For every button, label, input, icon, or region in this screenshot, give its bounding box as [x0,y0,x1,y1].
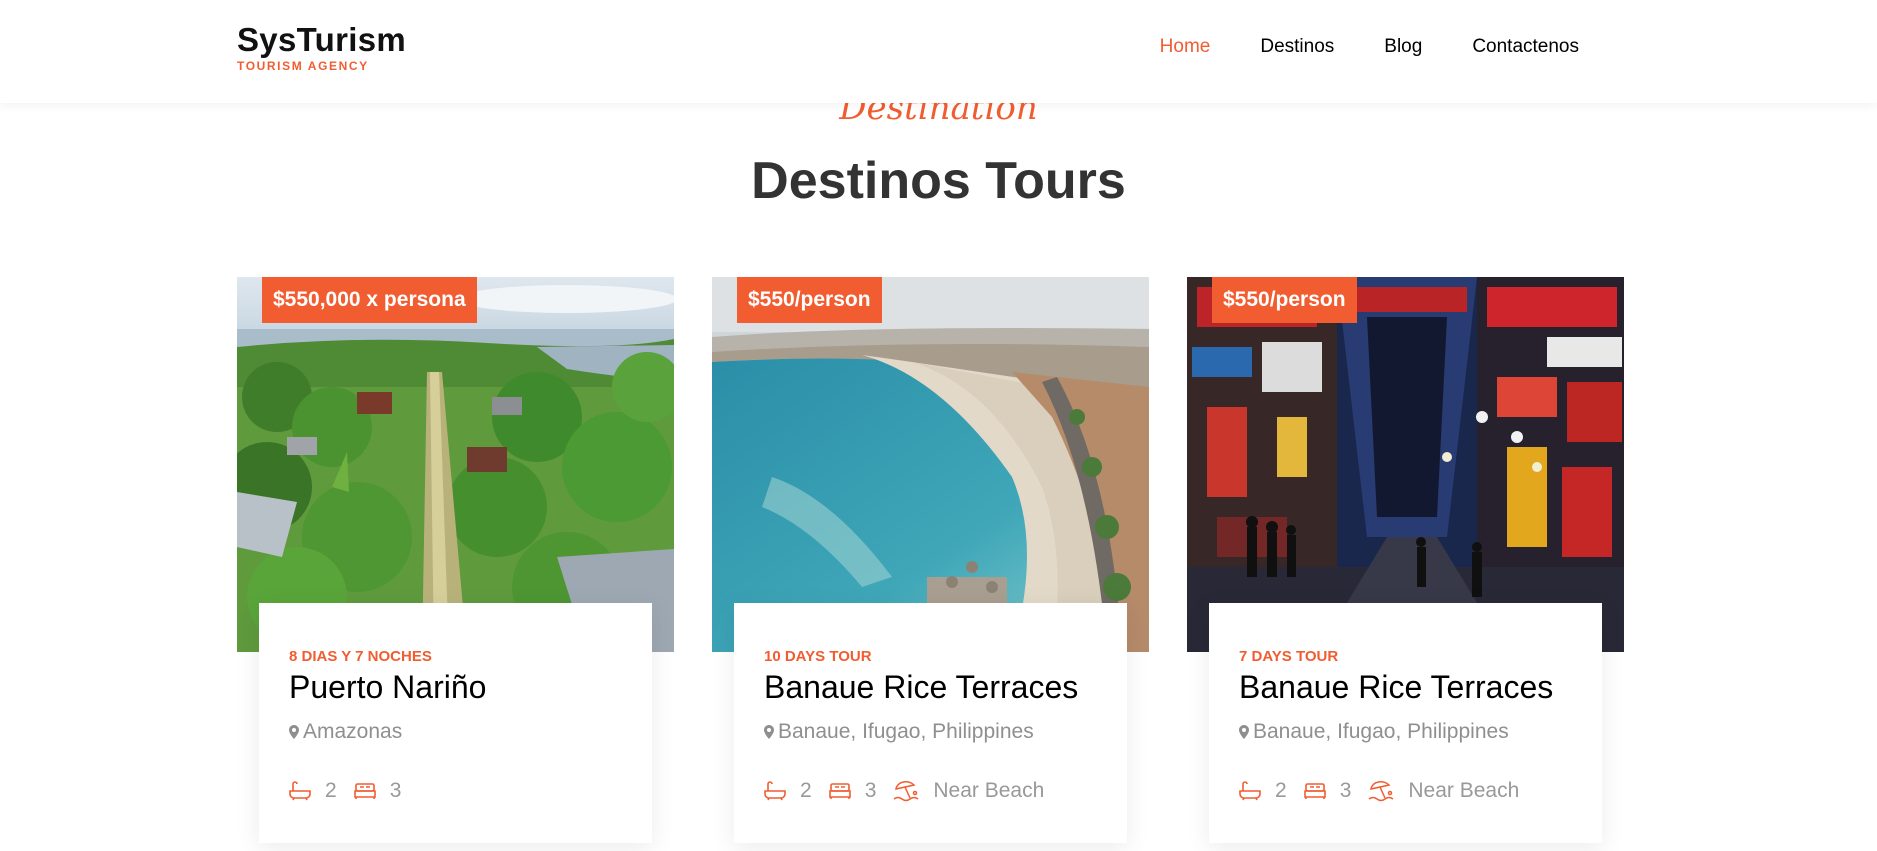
tour-card[interactable]: $550/person 7 DAYS TOUR Banaue Rice Terr… [1187,277,1624,851]
tour-info: 10 DAYS TOUR Banaue Rice Terraces Banaue… [734,603,1127,843]
tour-image[interactable]: $550/person [712,277,1149,652]
tour-amenities: 2 3 [289,779,418,803]
price-tag: $550/person [1212,277,1357,323]
amenity-baths: 2 [764,779,812,803]
beds-count: 3 [1339,779,1352,802]
nav-item-home[interactable]: Home [1160,36,1211,58]
beach-label: Near Beach [933,779,1045,802]
location-text: Banaue, Ifugao, Philippines [1253,720,1509,743]
beach-umbrella-icon [1368,781,1394,802]
map-pin-icon [289,725,299,740]
amenity-beds: 3 [828,779,877,803]
tour-location: Banaue, Ifugao, Philippines [764,720,1034,744]
bathtub-icon [1239,781,1261,801]
nav-item-contactenos[interactable]: Contactenos [1472,36,1579,58]
amenity-beach: Near Beach [1368,779,1519,803]
location-text: Banaue, Ifugao, Philippines [778,720,1034,743]
tour-amenities: 2 3 Near Beach [764,779,1061,803]
tour-title[interactable]: Puerto Nariño [289,669,486,706]
beach-label: Near Beach [1408,779,1520,802]
brand-tagline: TOURISM AGENCY [237,59,369,73]
brand-name: SysTurism [237,21,406,58]
map-pin-icon [1239,725,1249,740]
nav-item-destinos[interactable]: Destinos [1260,36,1334,58]
tour-duration: 8 DIAS Y 7 NOCHES [289,648,432,665]
map-pin-icon [764,725,774,740]
price-tag: $550/person [737,277,882,323]
beds-count: 3 [389,779,402,802]
tour-image[interactable]: $550/person [1187,277,1624,652]
tour-location: Banaue, Ifugao, Philippines [1239,720,1509,744]
tour-card[interactable]: $550,000 x persona 8 DIAS Y 7 NOCHES Pue… [237,277,674,851]
section-heading: Destinos Tours [751,152,1126,210]
location-text: Amazonas [303,720,403,743]
nav-item-blog[interactable]: Blog [1384,36,1422,58]
tour-info: 7 DAYS TOUR Banaue Rice Terraces Banaue,… [1209,603,1602,843]
amenity-baths: 2 [289,779,337,803]
tour-duration: 7 DAYS TOUR [1239,648,1339,665]
baths-count: 2 [800,779,812,802]
bathtub-icon [289,781,311,801]
amenity-baths: 2 [1239,779,1287,803]
price-tag: $550,000 x persona [262,277,477,323]
tour-title[interactable]: Banaue Rice Terraces [1239,669,1553,706]
tour-location: Amazonas [289,720,402,744]
bed-icon [828,783,851,799]
baths-count: 2 [1275,779,1287,802]
beach-umbrella-icon [893,781,919,802]
beds-count: 3 [864,779,877,802]
brand-logo[interactable]: SysTurism TOURISM AGENCY [237,21,406,74]
baths-count: 2 [325,779,337,802]
bathtub-icon [764,781,786,801]
amenity-beds: 3 [1303,779,1352,803]
tour-amenities: 2 3 Near Beach [1239,779,1536,803]
tour-title[interactable]: Banaue Rice Terraces [764,669,1078,706]
tour-card[interactable]: $550/person 10 DAYS TOUR Banaue Rice Ter… [712,277,1149,851]
tour-image[interactable]: $550,000 x persona [237,277,674,652]
tour-duration: 10 DAYS TOUR [764,648,872,665]
tour-info: 8 DIAS Y 7 NOCHES Puerto Nariño Amazonas… [259,603,652,843]
main-nav: Home Destinos Blog Contactenos [1160,36,1579,58]
amenity-beach: Near Beach [893,779,1044,803]
navbar: SysTurism TOURISM AGENCY Home Destinos B… [0,0,1877,103]
bed-icon [353,783,376,799]
bed-icon [1303,783,1326,799]
amenity-beds: 3 [353,779,402,803]
